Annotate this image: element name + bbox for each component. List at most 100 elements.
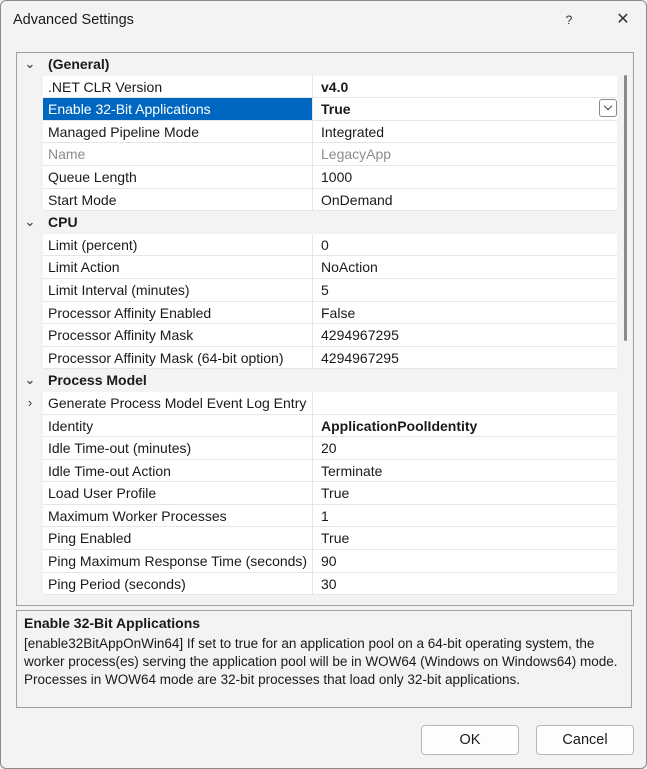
property-value[interactable]: 20 bbox=[313, 437, 617, 460]
property-value[interactable]: 5 bbox=[313, 279, 617, 302]
property-row[interactable]: Enable 32-Bit Applications True ⌵ bbox=[17, 98, 617, 121]
property-value[interactable]: v4.0 bbox=[313, 76, 617, 99]
collapse-chevron-icon[interactable]: ⌄ bbox=[23, 371, 37, 389]
property-row[interactable]: › Generate Process Model Event Log Entry bbox=[17, 391, 617, 415]
property-row[interactable]: Ping Period (seconds) 30 bbox=[17, 572, 617, 596]
property-value-text: 30 bbox=[321, 575, 337, 592]
property-value[interactable]: True bbox=[313, 482, 617, 505]
title-bar: Advanced Settings ? ✕ bbox=[1, 1, 646, 41]
property-value[interactable]: LegacyApp bbox=[313, 143, 617, 166]
property-value[interactable]: True bbox=[313, 527, 617, 551]
property-value-text: NoAction bbox=[321, 259, 378, 276]
property-name: Queue Length bbox=[43, 165, 313, 189]
property-value-text: LegacyApp bbox=[321, 146, 392, 163]
property-value[interactable]: 1 bbox=[313, 505, 617, 528]
property-row[interactable]: Queue Length 1000 bbox=[17, 165, 617, 189]
property-value-text: 1 bbox=[321, 507, 329, 524]
property-row[interactable]: Name LegacyApp bbox=[17, 143, 617, 166]
vertical-scrollbar[interactable] bbox=[619, 53, 633, 605]
property-row[interactable]: Ping Maximum Response Time (seconds) 90 bbox=[17, 550, 617, 573]
property-name: Maximum Worker Processes bbox=[43, 504, 313, 528]
property-value[interactable]: 0 bbox=[313, 234, 617, 257]
property-value[interactable]: False bbox=[313, 302, 617, 325]
category-row[interactable]: ⌄ CPU bbox=[17, 211, 617, 234]
property-value[interactable]: ApplicationPoolIdentity bbox=[313, 415, 617, 438]
property-name: Ping Enabled bbox=[43, 527, 313, 551]
row-gutter bbox=[17, 459, 43, 483]
collapse-chevron-icon[interactable]: ⌄ bbox=[23, 213, 37, 231]
property-value-text: ApplicationPoolIdentity bbox=[321, 417, 478, 434]
property-name: Identity bbox=[43, 414, 313, 438]
description-text: [enable32BitAppOnWin64] If set to true f… bbox=[24, 636, 618, 687]
property-row[interactable]: Limit Interval (minutes) 5 bbox=[17, 278, 617, 302]
property-name: Processor Affinity Mask bbox=[43, 324, 313, 347]
property-value[interactable]: Integrated bbox=[313, 121, 617, 144]
property-value-text: 0 bbox=[321, 236, 329, 253]
property-row[interactable]: Start Mode OnDemand bbox=[17, 188, 617, 212]
property-value[interactable] bbox=[313, 392, 617, 415]
property-name: Limit (percent) bbox=[43, 233, 313, 257]
collapse-chevron-icon[interactable]: ⌄ bbox=[23, 55, 37, 73]
property-row[interactable]: Limit Action NoAction bbox=[17, 256, 617, 279]
advanced-settings-dialog: Advanced Settings ? ✕ ⌄ (General) .NET CLR… bbox=[0, 0, 647, 769]
row-gutter bbox=[17, 233, 43, 257]
property-row[interactable]: Idle Time-out (minutes) 20 bbox=[17, 437, 617, 460]
property-value[interactable]: 4294967295 bbox=[313, 324, 617, 347]
scrollbar-thumb[interactable] bbox=[624, 75, 627, 341]
property-row[interactable]: Maximum Worker Processes 1 bbox=[17, 504, 617, 528]
property-row[interactable]: Managed Pipeline Mode Integrated bbox=[17, 120, 617, 144]
property-value[interactable]: OnDemand bbox=[313, 189, 617, 212]
row-gutter bbox=[17, 75, 43, 99]
description-panel: Enable 32-Bit Applications [enable32BitA… bbox=[16, 610, 632, 708]
property-value[interactable]: True ⌵ bbox=[313, 98, 617, 121]
property-value-text: 5 bbox=[321, 281, 329, 298]
ok-button[interactable]: OK bbox=[421, 725, 519, 755]
property-row[interactable]: Idle Time-out Action Terminate bbox=[17, 459, 617, 483]
property-name: Processor Affinity Mask (64-bit option) bbox=[43, 346, 313, 370]
property-name: Enable 32-Bit Applications bbox=[43, 98, 313, 121]
property-name: .NET CLR Version bbox=[43, 75, 313, 99]
property-name: Ping Maximum Response Time (seconds) bbox=[43, 550, 313, 573]
property-value[interactable]: 30 bbox=[313, 573, 617, 596]
expand-chevron-icon[interactable]: › bbox=[23, 394, 37, 412]
property-value[interactable]: Terminate bbox=[313, 460, 617, 483]
property-name: Name bbox=[43, 143, 313, 166]
property-row[interactable]: Processor Affinity Mask (64-bit option) 4… bbox=[17, 346, 617, 370]
close-icon[interactable]: ✕ bbox=[611, 9, 635, 33]
help-icon[interactable]: ? bbox=[557, 9, 581, 33]
description-title: Enable 32-Bit Applications bbox=[24, 615, 201, 631]
property-name: Ping Period (seconds) bbox=[43, 572, 313, 596]
property-row[interactable]: Ping Enabled True bbox=[17, 527, 617, 551]
category-label: (General) bbox=[48, 56, 110, 72]
category-row[interactable]: ⌄ Process Model bbox=[17, 369, 617, 392]
property-value[interactable]: 1000 bbox=[313, 166, 617, 189]
category-label: CPU bbox=[48, 214, 78, 231]
property-row[interactable]: .NET CLR Version v4.0 bbox=[17, 75, 617, 99]
property-name: Idle Time-out (minutes) bbox=[43, 437, 313, 460]
property-value-text: True bbox=[321, 530, 350, 547]
dropdown-arrow-icon[interactable]: ⌵ bbox=[599, 99, 617, 118]
property-row[interactable]: Processor Affinity Enabled False bbox=[17, 301, 617, 325]
property-value-text: OnDemand bbox=[321, 191, 393, 208]
property-row[interactable]: Limit (percent) 0 bbox=[17, 233, 617, 257]
row-gutter bbox=[17, 346, 43, 370]
property-value[interactable]: NoAction bbox=[313, 256, 617, 279]
property-grid-rows: ⌄ (General) .NET CLR Version v4.0 Enable 32-… bbox=[17, 53, 617, 605]
row-gutter bbox=[17, 482, 43, 505]
property-name: Start Mode bbox=[43, 188, 313, 212]
row-gutter bbox=[17, 143, 43, 166]
cancel-button[interactable]: Cancel bbox=[536, 725, 634, 755]
property-name: Managed Pipeline Mode bbox=[43, 120, 313, 144]
property-row[interactable]: Load User Profile True bbox=[17, 482, 617, 505]
property-value[interactable]: 4294967295 bbox=[313, 347, 617, 370]
property-value[interactable]: 90 bbox=[313, 550, 617, 573]
row-gutter bbox=[17, 98, 43, 121]
property-value-text: True bbox=[321, 101, 351, 118]
property-name: Idle Time-out Action bbox=[43, 459, 313, 483]
property-row[interactable]: Processor Affinity Mask 4294967295 bbox=[17, 324, 617, 347]
row-gutter bbox=[17, 550, 43, 573]
property-row[interactable]: Identity ApplicationPoolIdentity bbox=[17, 414, 617, 438]
row-gutter bbox=[17, 301, 43, 325]
category-row[interactable]: ⌄ (General) bbox=[17, 53, 617, 76]
row-gutter bbox=[17, 256, 43, 279]
